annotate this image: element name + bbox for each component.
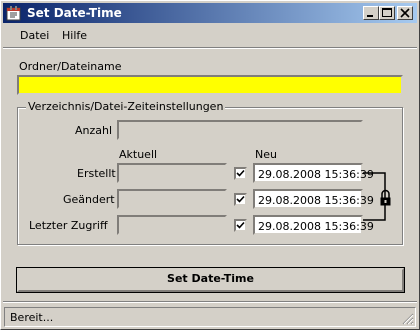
count-label: Anzahl [75,124,113,137]
modified-current-field [117,189,227,209]
main-window: Set Date-Time Datei Hilfe Ordner/Dateina… [0,0,420,330]
created-label: Erstellt [77,167,116,180]
current-column-header: Aktuell [119,148,158,161]
window-title: Set Date-Time [27,6,122,20]
accessed-label: Letzter Zugriff [29,219,108,232]
checkmark-icon [236,195,245,203]
status-bar: Bereit... [4,307,416,327]
modified-label: Geändert [63,193,115,206]
accessed-current-field [117,215,227,235]
menu-hilfe[interactable]: Hilfe [62,29,87,42]
close-icon [400,8,410,18]
settings-legend: Verzeichnis/Datei-Zeiteinstellungen [26,100,226,113]
checkmark-icon [236,221,245,229]
created-current-field [117,163,227,183]
size-grip-icon[interactable] [402,313,414,325]
count-field [117,120,363,140]
title-bar[interactable]: Set Date-Time [3,3,417,23]
status-text: Bereit... [10,311,54,324]
lock-link[interactable] [363,169,395,229]
menu-separator [3,47,417,49]
modified-checkbox[interactable] [234,193,247,206]
menu-datei[interactable]: Datei [20,29,49,42]
maximize-icon [382,8,392,17]
accessed-checkbox[interactable] [234,219,247,232]
path-label: Ordner/Dateiname [19,60,122,73]
app-icon [6,6,21,21]
close-button[interactable] [397,6,413,20]
maximize-button[interactable] [379,6,395,20]
new-column-header: Neu [255,148,277,161]
minimize-button[interactable] [363,6,379,20]
checkmark-icon [236,169,245,177]
menu-bar: Datei Hilfe [3,25,417,45]
status-separator [3,301,417,303]
path-input[interactable] [17,75,403,95]
created-new-field[interactable]: 29.08.2008 15:36:39 [253,163,374,183]
status-pane: Bereit... [4,307,416,327]
set-date-time-button[interactable]: Set Date-Time [17,268,404,292]
created-checkbox[interactable] [234,167,247,180]
accessed-new-field[interactable]: 29.08.2008 15:36:39 [253,215,374,235]
modified-new-field[interactable]: 29.08.2008 15:36:39 [253,189,374,209]
minimize-icon [367,15,373,17]
